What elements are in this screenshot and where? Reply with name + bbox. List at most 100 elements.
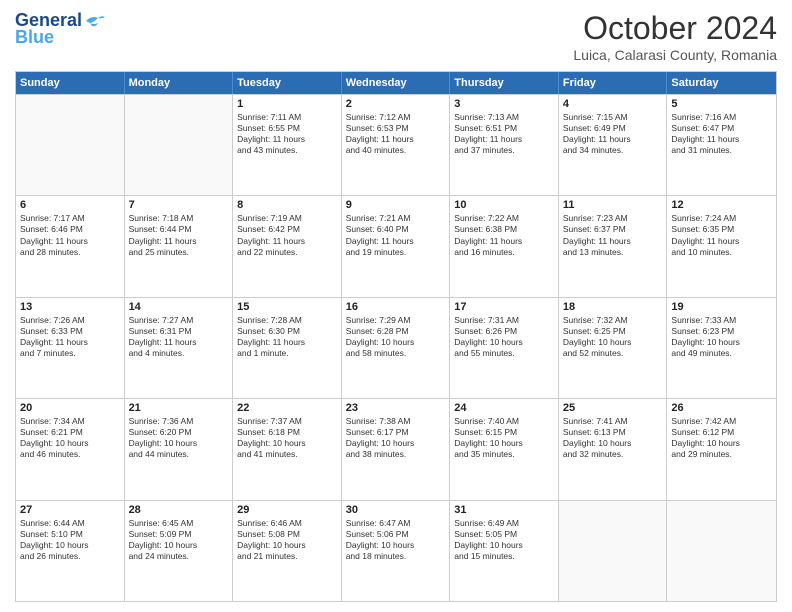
page: General Blue October 2024 Luica, Calaras… [0,0,792,612]
cell-info-line: and 52 minutes. [563,348,663,359]
cell-info-line: and 13 minutes. [563,247,663,258]
calendar-cell-4-6: 25Sunrise: 7:41 AMSunset: 6:13 PMDayligh… [559,399,668,499]
cell-info-line: Sunrise: 7:22 AM [454,213,554,224]
calendar-week-2: 6Sunrise: 7:17 AMSunset: 6:46 PMDaylight… [16,195,776,296]
cell-info-line: Daylight: 11 hours [237,134,337,145]
day-number: 31 [454,504,554,516]
cell-info-line: Daylight: 11 hours [454,236,554,247]
day-number: 13 [20,301,120,313]
day-number: 20 [20,402,120,414]
calendar-header: SundayMondayTuesdayWednesdayThursdayFrid… [16,72,776,94]
cell-info-line: and 19 minutes. [346,247,446,258]
cell-info-line: and 35 minutes. [454,449,554,460]
cell-info-line: Sunset: 6:12 PM [671,427,772,438]
cell-info-line: Sunrise: 7:16 AM [671,112,772,123]
calendar-cell-5-2: 28Sunrise: 6:45 AMSunset: 5:09 PMDayligh… [125,501,234,601]
cell-info-line: Sunrise: 7:17 AM [20,213,120,224]
cell-info-line: Sunrise: 7:33 AM [671,315,772,326]
cell-info-line: and 29 minutes. [671,449,772,460]
cell-info-line: Sunset: 5:08 PM [237,529,337,540]
cell-info-line: Sunset: 6:15 PM [454,427,554,438]
cell-info-line: Daylight: 11 hours [129,337,229,348]
cell-info-line: Daylight: 10 hours [454,438,554,449]
calendar-cell-2-3: 8Sunrise: 7:19 AMSunset: 6:42 PMDaylight… [233,196,342,296]
cell-info-line: Sunrise: 7:42 AM [671,416,772,427]
day-number: 14 [129,301,229,313]
calendar-header-wednesday: Wednesday [342,72,451,94]
calendar-cell-2-6: 11Sunrise: 7:23 AMSunset: 6:37 PMDayligh… [559,196,668,296]
cell-info-line: Sunrise: 7:40 AM [454,416,554,427]
cell-info-line: and 34 minutes. [563,145,663,156]
calendar-cell-4-7: 26Sunrise: 7:42 AMSunset: 6:12 PMDayligh… [667,399,776,499]
calendar-cell-4-2: 21Sunrise: 7:36 AMSunset: 6:20 PMDayligh… [125,399,234,499]
day-number: 9 [346,199,446,211]
cell-info-line: Sunrise: 7:27 AM [129,315,229,326]
cell-info-line: Daylight: 11 hours [129,236,229,247]
cell-info-line: Daylight: 11 hours [237,337,337,348]
cell-info-line: Sunset: 6:46 PM [20,224,120,235]
calendar-cell-5-4: 30Sunrise: 6:47 AMSunset: 5:06 PMDayligh… [342,501,451,601]
calendar-cell-4-1: 20Sunrise: 7:34 AMSunset: 6:21 PMDayligh… [16,399,125,499]
cell-info-line: and 46 minutes. [20,449,120,460]
cell-info-line: Sunset: 6:18 PM [237,427,337,438]
cell-info-line: Sunset: 5:10 PM [20,529,120,540]
calendar-cell-3-3: 15Sunrise: 7:28 AMSunset: 6:30 PMDayligh… [233,298,342,398]
cell-info-line: Sunrise: 7:15 AM [563,112,663,123]
cell-info-line: Daylight: 10 hours [237,438,337,449]
cell-info-line: Daylight: 10 hours [563,438,663,449]
calendar-header-thursday: Thursday [450,72,559,94]
day-number: 21 [129,402,229,414]
cell-info-line: Sunset: 6:55 PM [237,123,337,134]
cell-info-line: and 10 minutes. [671,247,772,258]
title-section: October 2024 Luica, Calarasi County, Rom… [573,10,777,63]
cell-info-line: Daylight: 11 hours [346,236,446,247]
cell-info-line: Daylight: 10 hours [346,438,446,449]
day-number: 27 [20,504,120,516]
cell-info-line: Sunrise: 7:19 AM [237,213,337,224]
cell-info-line: and 22 minutes. [237,247,337,258]
cell-info-line: Sunrise: 7:36 AM [129,416,229,427]
logo-blue-text: Blue [15,27,54,48]
cell-info-line: and 18 minutes. [346,551,446,562]
cell-info-line: Daylight: 10 hours [346,337,446,348]
calendar-cell-4-4: 23Sunrise: 7:38 AMSunset: 6:17 PMDayligh… [342,399,451,499]
cell-info-line: Sunset: 6:42 PM [237,224,337,235]
cell-info-line: Sunset: 6:33 PM [20,326,120,337]
logo-bird-icon [84,13,106,29]
cell-info-line: and 44 minutes. [129,449,229,460]
calendar-cell-5-5: 31Sunrise: 6:49 AMSunset: 5:05 PMDayligh… [450,501,559,601]
cell-info-line: and 15 minutes. [454,551,554,562]
cell-info-line: and 49 minutes. [671,348,772,359]
day-number: 28 [129,504,229,516]
cell-info-line: Sunrise: 6:45 AM [129,518,229,529]
day-number: 18 [563,301,663,313]
cell-info-line: Sunset: 6:40 PM [346,224,446,235]
cell-info-line: Sunset: 6:37 PM [563,224,663,235]
cell-info-line: Sunset: 6:30 PM [237,326,337,337]
location-subtitle: Luica, Calarasi County, Romania [573,47,777,63]
calendar-cell-2-5: 10Sunrise: 7:22 AMSunset: 6:38 PMDayligh… [450,196,559,296]
calendar-header-friday: Friday [559,72,668,94]
cell-info-line: and 7 minutes. [20,348,120,359]
calendar-cell-1-6: 4Sunrise: 7:15 AMSunset: 6:49 PMDaylight… [559,95,668,195]
cell-info-line: Sunset: 6:20 PM [129,427,229,438]
cell-info-line: Sunrise: 6:47 AM [346,518,446,529]
day-number: 2 [346,98,446,110]
cell-info-line: Sunset: 6:31 PM [129,326,229,337]
cell-info-line: Sunrise: 6:49 AM [454,518,554,529]
calendar-header-tuesday: Tuesday [233,72,342,94]
day-number: 1 [237,98,337,110]
cell-info-line: Sunset: 6:49 PM [563,123,663,134]
calendar-cell-3-2: 14 Sunrise: 7:27 AMSunset: 6:31 PMDayligh… [125,298,234,398]
day-number: 8 [237,199,337,211]
cell-info-line: Daylight: 11 hours [671,236,772,247]
cell-info-line: Sunrise: 7:23 AM [563,213,663,224]
cell-info-line: Daylight: 10 hours [454,337,554,348]
day-number: 5 [671,98,772,110]
calendar-body: 1Sunrise: 7:11 AMSunset: 6:55 PMDaylight… [16,94,776,601]
cell-info-line: Sunrise: 7:24 AM [671,213,772,224]
logo: General Blue [15,10,106,48]
cell-info-line: and 4 minutes. [129,348,229,359]
day-number: 26 [671,402,772,414]
day-number: 25 [563,402,663,414]
